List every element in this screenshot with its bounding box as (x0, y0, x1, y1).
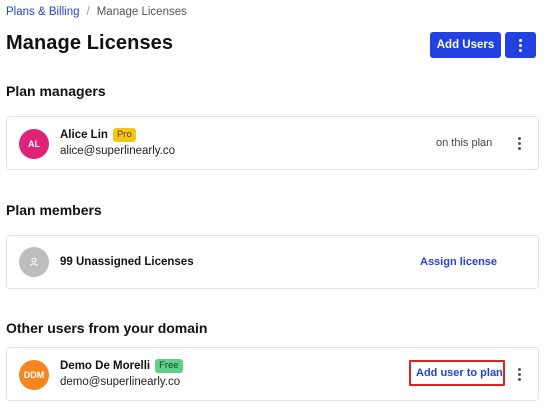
unassigned-licenses-label: 99 Unassigned Licenses (60, 256, 194, 268)
plan-badge-pro: Pro (112, 128, 136, 142)
unassigned-licenses-card: 99 Unassigned Licenses Assign license (6, 235, 539, 289)
user-placeholder-icon (19, 247, 49, 277)
page-title: Manage Licenses (6, 32, 174, 54)
user-name-row: Demo De Morelli Free (60, 359, 183, 373)
add-user-to-plan-link[interactable]: Add user to plan (416, 367, 503, 379)
user-email: alice@superlinearly.co (60, 145, 176, 157)
plan-managers-heading: Plan managers (6, 83, 106, 99)
vertical-dots-icon (519, 38, 522, 52)
plan-badge-free: Free (155, 359, 183, 373)
plan-members-heading: Plan members (6, 202, 102, 218)
domain-user-card: DDM Demo De Morelli Free demo@superlinea… (6, 347, 539, 401)
assign-license-link[interactable]: Assign license (420, 256, 497, 268)
domain-user-more-button[interactable] (512, 364, 526, 384)
user-name: Alice Lin (60, 129, 108, 141)
avatar: DDM (19, 360, 49, 390)
breadcrumb-plans-billing-link[interactable]: Plans & Billing (6, 6, 80, 18)
plan-manager-card: AL Alice Lin Pro alice@superlinearly.co … (6, 116, 539, 170)
domain-users-heading: Other users from your domain (6, 320, 208, 336)
avatar: AL (19, 129, 49, 159)
add-users-button[interactable]: Add Users (430, 32, 501, 58)
user-email: demo@superlinearly.co (60, 376, 181, 388)
user-name-row: Alice Lin Pro (60, 128, 136, 142)
vertical-dots-icon (517, 367, 521, 381)
header-more-button[interactable] (505, 32, 536, 58)
vertical-dots-icon (517, 136, 521, 150)
breadcrumb-current: Manage Licenses (96, 6, 187, 18)
breadcrumb-separator: / (86, 6, 90, 18)
user-name: Demo De Morelli (60, 360, 151, 372)
breadcrumb: Plans & Billing / Manage Licenses (6, 6, 187, 18)
plan-status-text: on this plan (436, 137, 493, 149)
manager-more-button[interactable] (512, 133, 526, 153)
